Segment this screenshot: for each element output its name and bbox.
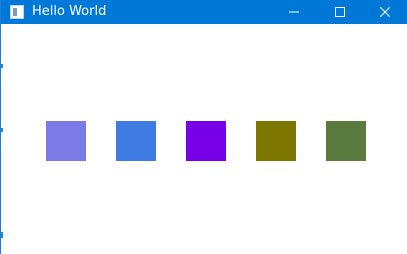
- close-button[interactable]: [362, 0, 407, 24]
- minimize-button[interactable]: [271, 0, 317, 24]
- left-edge-mark: [1, 128, 3, 132]
- app-icon-pane: [13, 8, 17, 16]
- color-square-5: [326, 121, 366, 161]
- window-content: [1, 24, 407, 254]
- app-icon: [10, 5, 24, 19]
- maximize-icon: [335, 7, 345, 17]
- maximize-button[interactable]: [317, 0, 363, 24]
- left-edge-mark: [1, 232, 3, 238]
- minimize-icon: [289, 11, 299, 13]
- color-square-1: [46, 121, 86, 161]
- app-window: Hello World: [0, 0, 407, 254]
- title-bar[interactable]: Hello World: [1, 0, 407, 24]
- left-edge-mark: [1, 64, 3, 68]
- window-title: Hello World: [32, 4, 107, 19]
- color-square-4: [256, 121, 296, 161]
- color-square-2: [116, 121, 156, 161]
- close-icon: [380, 7, 390, 17]
- color-square-3: [186, 121, 226, 161]
